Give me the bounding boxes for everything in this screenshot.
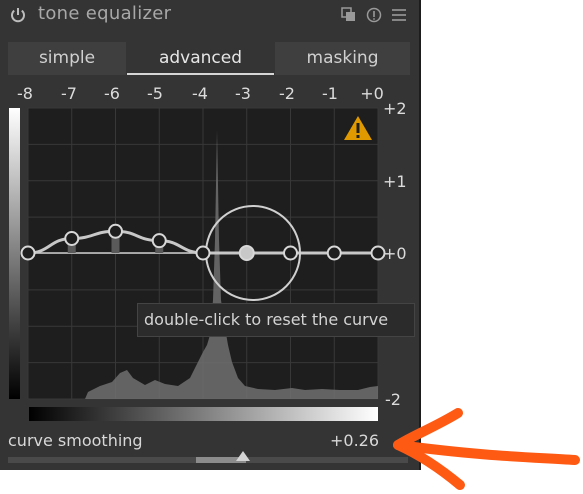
curve-node[interactable] [326,245,342,261]
tooltip: double-click to reset the curve [137,303,415,337]
curve-smoothing-slider[interactable] [8,451,408,463]
curve-node-selected[interactable] [238,245,255,261]
slider-thumb[interactable] [236,451,250,461]
curve-node[interactable] [195,245,211,261]
curve-node[interactable] [20,245,36,261]
annotation-arrow [393,408,580,490]
curve-node[interactable] [64,231,80,246]
module-title: tone equalizer [38,3,172,24]
module-header[interactable]: tone equalizer [0,0,419,34]
reset-icon[interactable] [366,7,382,23]
curve-graph[interactable] [0,100,420,405]
curve-node[interactable] [108,223,123,239]
multi-instance-icon[interactable] [341,7,357,23]
curve-smoothing-value: +0.26 [330,431,380,450]
tab-masking[interactable]: masking [275,42,410,75]
power-icon[interactable] [9,6,27,24]
curve-smoothing-label: curve smoothing [8,431,143,450]
presets-menu-icon[interactable] [391,7,407,23]
tab-bar: simple advanced masking [8,42,410,75]
curve-node[interactable] [283,245,298,261]
curve-node[interactable] [370,245,386,261]
curve-node[interactable] [151,233,167,249]
luminance-gradient-horizontal [29,407,378,421]
tab-simple[interactable]: simple [8,42,126,75]
tab-advanced[interactable]: advanced [127,42,274,75]
